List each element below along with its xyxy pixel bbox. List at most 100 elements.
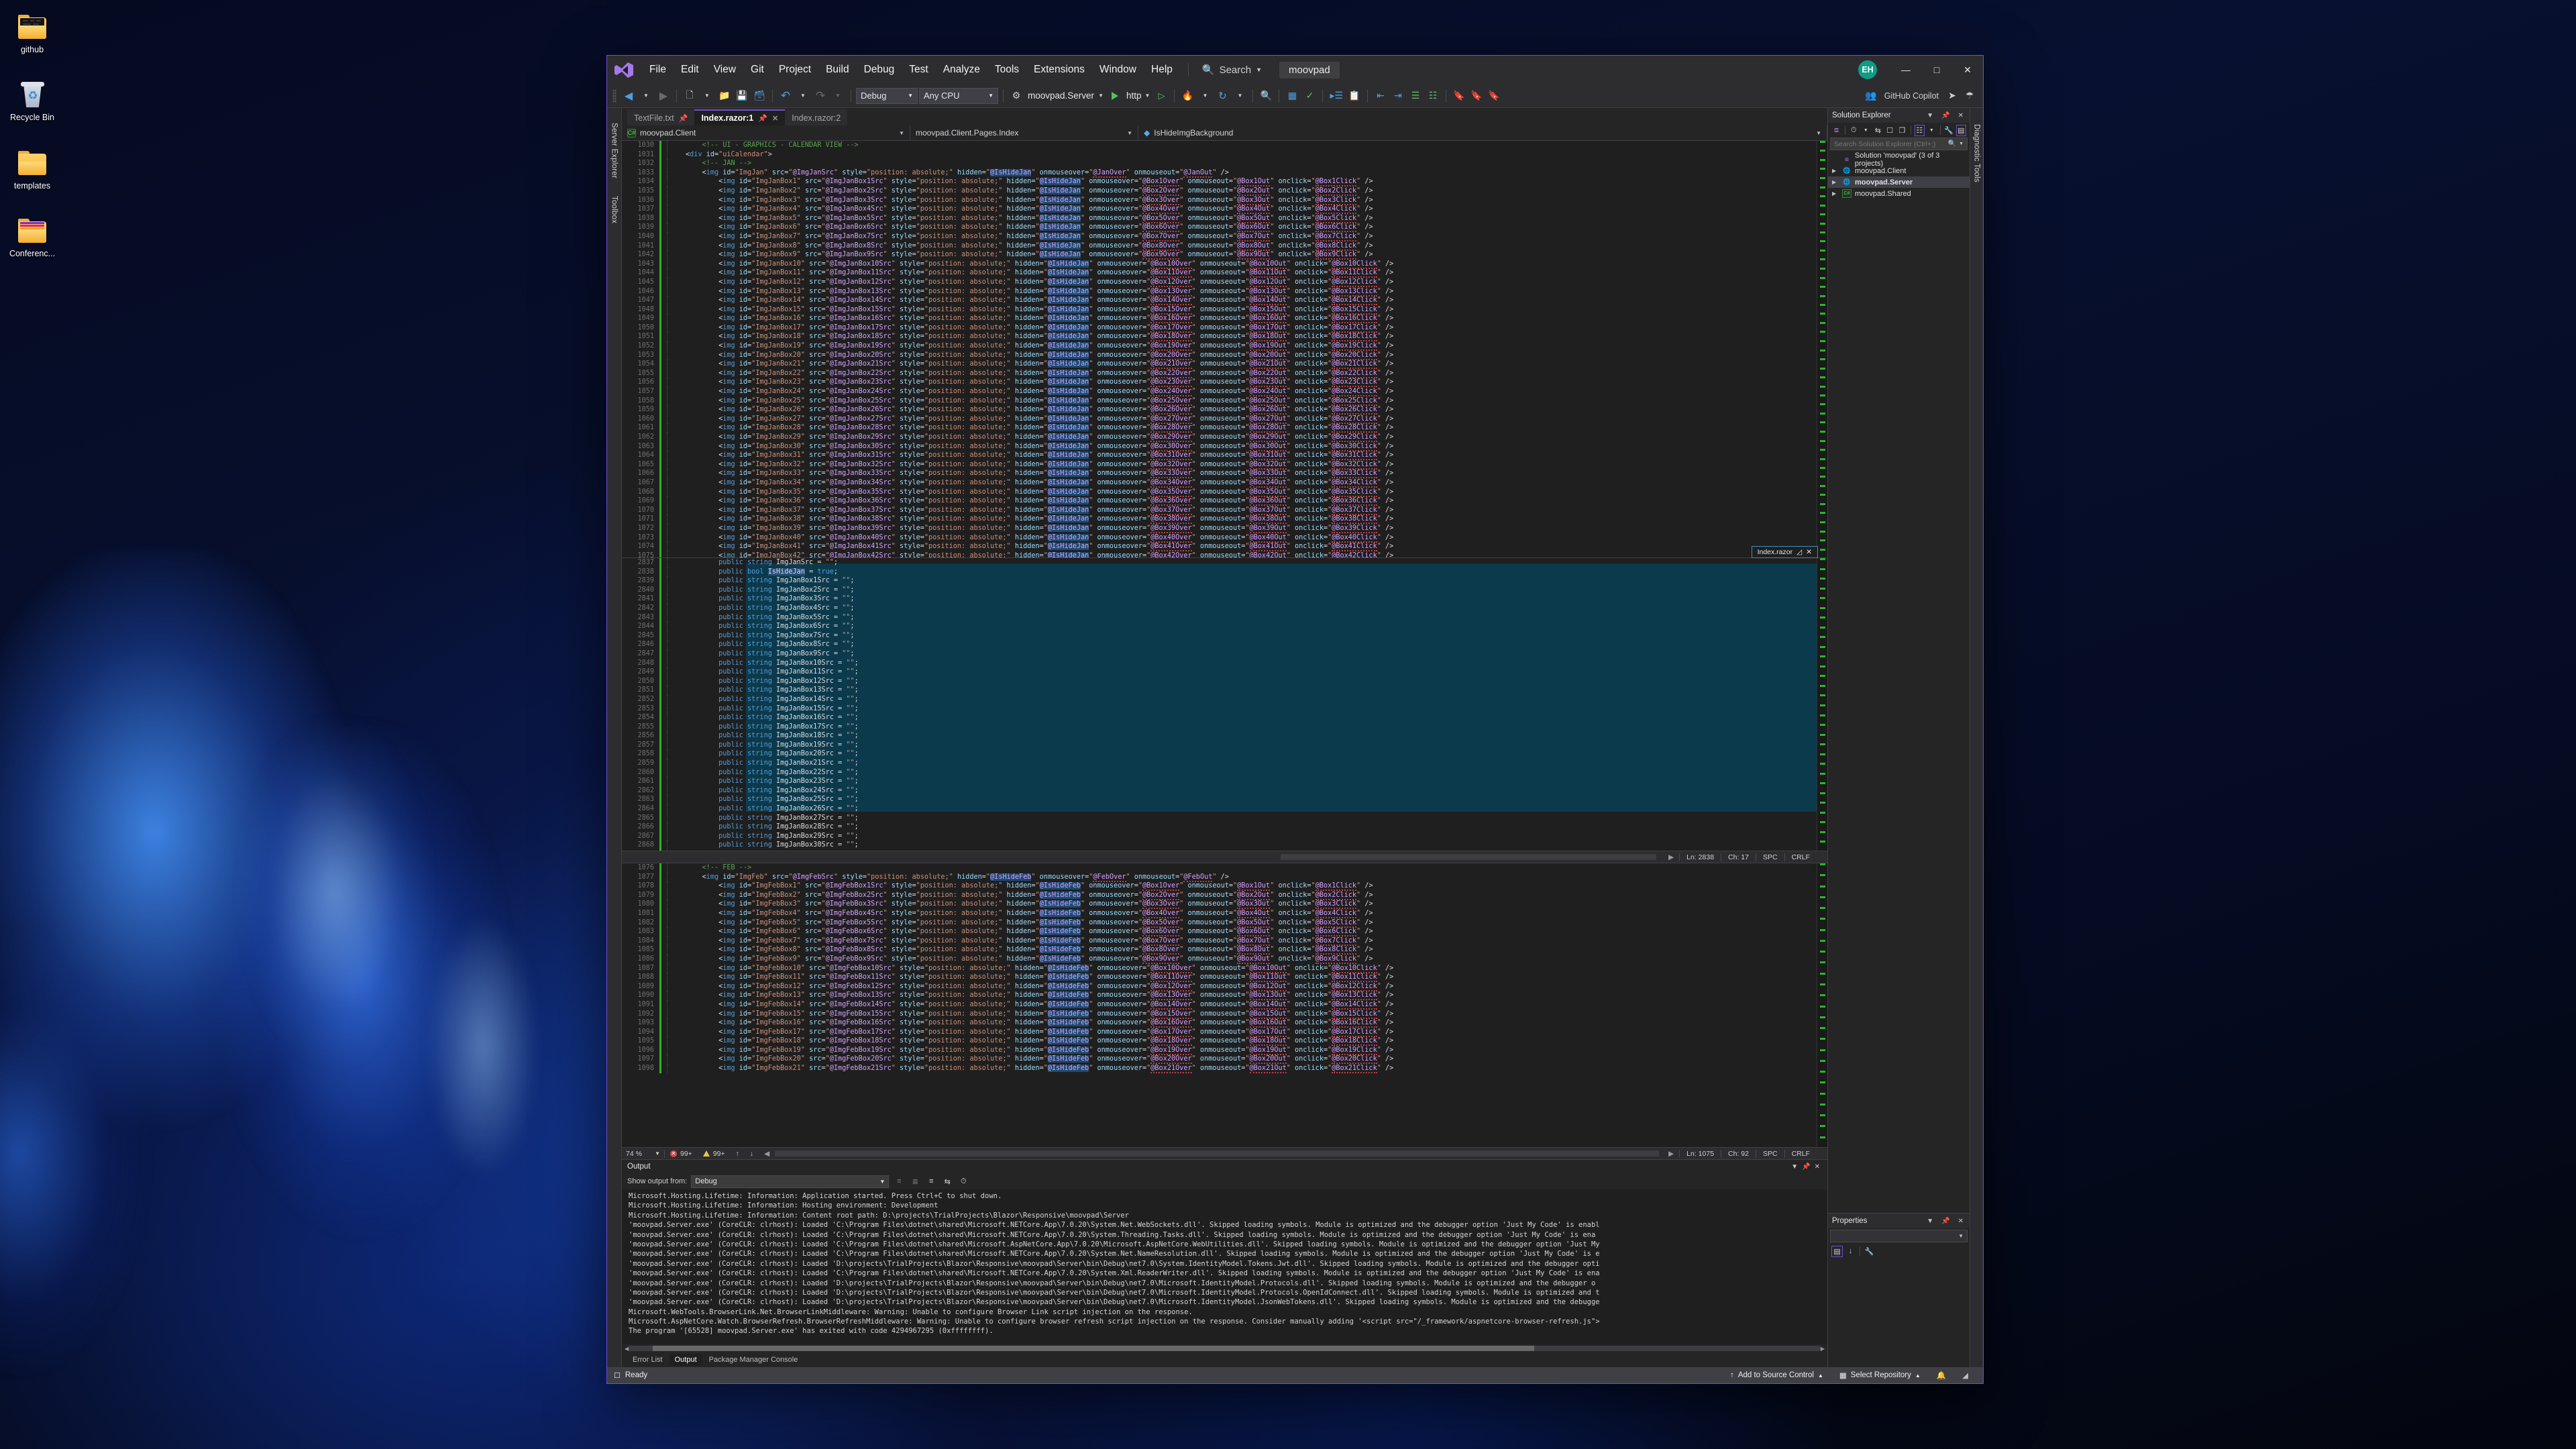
property-pages-icon[interactable]: 🔧 (1864, 1246, 1875, 1257)
search-input[interactable] (1834, 140, 1945, 148)
editor-indent-mode[interactable]: SPC (1755, 1149, 1784, 1158)
code-line[interactable]: 1056 <img id="ImgJanBox23" src="@ImgJanB… (622, 378, 1827, 388)
warning-count[interactable]: 99+ (698, 1150, 731, 1158)
code-line[interactable]: 1041 <img id="ImgJanBox8" src="@ImgJanBo… (622, 241, 1827, 251)
desktop-icon-recycle-bin[interactable]: ♻ Recycle Bin (0, 77, 64, 129)
output-source-dropdown[interactable]: Debug ▼ (691, 1175, 890, 1188)
pending-changes-icon[interactable]: ⏱ (1849, 125, 1859, 136)
pin-icon[interactable]: 📌 (1800, 1163, 1812, 1171)
code-line[interactable]: 1037 <img id="ImgJanBox4" src="@ImgJanBo… (622, 205, 1827, 215)
zoom-level-dropdown[interactable]: 74 % ▼ (622, 1149, 665, 1158)
undo-dropdown-icon[interactable]: ▼ (795, 87, 811, 105)
hscroll-left-arrow[interactable]: ◀ (759, 1150, 775, 1158)
bookmark-icon[interactable]: 🔖 (1451, 87, 1467, 105)
code-line[interactable]: 1096 <img id="ImgFebBox19" src="@ImgFebB… (622, 1045, 1827, 1055)
code-line[interactable]: 1078 <img id="ImgFebBox1" src="@ImgFebBo… (622, 881, 1827, 892)
undo-icon[interactable]: ↶ (777, 87, 794, 105)
maximize-button[interactable]: □ (1921, 56, 1952, 84)
collapse-all-icon[interactable]: ☐ (1885, 125, 1895, 136)
code-pane-top[interactable]: 1030 <!-- UI - GRAPHICS - CALENDAR VIEW … (622, 141, 1827, 557)
vertical-scrollbar-peek[interactable] (1817, 558, 1827, 851)
prev-issue-button[interactable]: ↑ (731, 1150, 745, 1158)
next-issue-button[interactable]: ↓ (745, 1150, 759, 1158)
properties-object-dropdown[interactable]: ▼ (1830, 1230, 1968, 1242)
editor-line-endings[interactable]: CRLF (1784, 1149, 1817, 1158)
code-line[interactable]: 2845 public string ImgJanBox7Src = ""; (622, 631, 1827, 641)
menu-git[interactable]: Git (743, 60, 771, 80)
code-line[interactable]: 1053 <img id="ImgJanBox20" src="@ImgJanB… (622, 350, 1827, 360)
code-line[interactable]: 1083 <img id="ImgFebBox6" src="@ImgFebBo… (622, 927, 1827, 937)
code-line[interactable]: 1033 <img id="ImgJan" src="@ImgJanSrc" s… (622, 168, 1827, 178)
code-line[interactable]: 1036 <img id="ImgJanBox3" src="@ImgJanBo… (622, 195, 1827, 205)
code-line[interactable]: 1048 <img id="ImgJanBox15" src="@ImgJanB… (622, 305, 1827, 315)
redo-icon[interactable]: ↷ (812, 87, 828, 105)
peek-indent-mode[interactable]: SPC (1755, 853, 1784, 861)
redo-dropdown-icon[interactable]: ▼ (830, 87, 846, 105)
start-debugging-button[interactable] (1107, 87, 1123, 105)
code-line[interactable]: 1030 <!-- UI - GRAPHICS - CALENDAR VIEW … (622, 141, 1827, 150)
code-line[interactable]: 2865 public string ImgJanBox27Src = ""; (622, 813, 1827, 823)
pin-icon[interactable]: 📌 (1939, 112, 1951, 119)
menu-extensions[interactable]: Extensions (1026, 60, 1092, 80)
code-line[interactable]: 1035 <img id="ImgJanBox2" src="@ImgJanBo… (622, 186, 1827, 196)
code-line[interactable]: 1050 <img id="ImgJanBox17" src="@ImgJanB… (622, 323, 1827, 333)
code-line[interactable]: 1038 <img id="ImgJanBox5" src="@ImgJanBo… (622, 213, 1827, 223)
project-node-moovpad-shared[interactable]: ▶ C# moovpad.Shared (1828, 188, 1970, 199)
vertical-scrollbar-top[interactable] (1817, 141, 1827, 557)
chevron-down-icon[interactable]: ▼ (1861, 125, 1871, 136)
tab-textfile[interactable]: TextFile.txt 📌 (627, 109, 695, 125)
code-line[interactable]: 1052 <img id="ImgJanBox19" src="@ImgJanB… (622, 341, 1827, 352)
menu-debug[interactable]: Debug (857, 60, 902, 80)
code-line[interactable]: 1045 <img id="ImgJanBox12" src="@ImgJanB… (622, 277, 1827, 287)
code-line[interactable]: 2839 public string ImgJanBox1Src = ""; (622, 576, 1827, 586)
open-folder-icon[interactable]: 📁 (716, 87, 733, 105)
find-files-icon[interactable]: 🔍 (1258, 87, 1274, 105)
menu-help[interactable]: Help (1144, 60, 1180, 80)
vertical-scrollbar-bottom[interactable] (1817, 863, 1827, 1147)
hscroll-right-arrow[interactable]: ▶ (1663, 1150, 1679, 1158)
code-line[interactable]: 1068 <img id="ImgJanBox35" src="@ImgJanB… (622, 487, 1827, 497)
breadcrumb-member[interactable]: ◆ IsHideImgBackground ▼ (1138, 125, 1827, 140)
code-line[interactable]: 2859 public string ImgJanBox21Src = ""; (622, 759, 1827, 768)
dock-tab-server-explorer[interactable]: Server Explorer (609, 119, 620, 182)
dock-tab-diagnostic-tools[interactable]: Diagnostic Tools (1972, 120, 1982, 186)
view-switcher-icon[interactable]: ☷ (1914, 124, 1925, 136)
code-line[interactable]: 1062 <img id="ImgJanBox29" src="@ImgJanB… (622, 433, 1827, 442)
code-line[interactable]: 1082 <img id="ImgFebBox5" src="@ImgFebBo… (622, 918, 1827, 928)
chevron-right-icon[interactable]: ▶ (1832, 168, 1839, 174)
code-line[interactable]: 2838 public bool IsHideJan = true; (622, 567, 1827, 577)
code-line[interactable]: 1097 <img id="ImgFebBox20" src="@ImgFebB… (622, 1055, 1827, 1065)
pin-icon[interactable]: 📌 (679, 114, 688, 123)
minimize-button[interactable]: — (1890, 56, 1921, 84)
save-icon[interactable]: 💾 (734, 87, 750, 105)
code-line[interactable]: 1060 <img id="ImgJanBox27" src="@ImgJanB… (622, 414, 1827, 424)
indent-icon[interactable]: ⇥ (1390, 87, 1406, 105)
code-line[interactable]: 2863 public string ImgJanBox25Src = ""; (622, 795, 1827, 805)
pin-icon[interactable]: 📌 (1939, 1218, 1951, 1225)
code-line[interactable]: 2861 public string ImgJanBox23Src = ""; (622, 777, 1827, 786)
solution-configuration-dropdown[interactable]: Debug ▼ (856, 87, 918, 104)
code-line[interactable]: 1072 <img id="ImgJanBox39" src="@ImgJanB… (622, 523, 1827, 533)
run-profile-dropdown[interactable]: http ▼ (1124, 87, 1152, 105)
code-line[interactable]: 2855 public string ImgJanBox17Src = ""; (622, 722, 1827, 732)
code-line[interactable]: 1087 <img id="ImgFebBox10" src="@ImgFebB… (622, 963, 1827, 973)
copilot-icon[interactable]: 👥 (1863, 87, 1879, 105)
preview-selected-items-icon[interactable]: ▤ (1955, 124, 1966, 136)
code-line[interactable]: 2837 public string ImgJanSrc = ""; (622, 558, 1827, 568)
code-line[interactable]: 1065 <img id="ImgJanBox32" src="@ImgJanB… (622, 460, 1827, 470)
chevron-down-icon[interactable]: ▼ (1925, 112, 1935, 119)
code-pane-bottom[interactable]: 1076 <!-- FEB --> 1077 <img id="ImgFeb" s… (622, 863, 1827, 1147)
dock-tab-toolbox[interactable]: Toolbox (609, 192, 620, 227)
code-line[interactable]: 1084 <img id="ImgFebBox7" src="@ImgFebBo… (622, 936, 1827, 946)
close-button[interactable]: ✕ (1952, 56, 1983, 84)
code-line[interactable]: 1081 <img id="ImgFebBox4" src="@ImgFebBo… (622, 908, 1827, 918)
menu-test[interactable]: Test (902, 60, 935, 80)
chevron-down-icon[interactable]: ▼ (1927, 125, 1937, 136)
code-line[interactable]: 1044 <img id="ImgJanBox11" src="@ImgJanB… (622, 268, 1827, 278)
new-item-dropdown-icon[interactable]: ▼ (699, 87, 715, 105)
code-line[interactable]: 2868 public string ImgJanBox30Src = ""; (622, 841, 1827, 850)
code-line[interactable]: 2847 public string ImgJanBox9Src = ""; (622, 649, 1827, 659)
code-line[interactable]: 1064 <img id="ImgJanBox31" src="@ImgJanB… (622, 451, 1827, 461)
code-line[interactable]: 1047 <img id="ImgJanBox14" src="@ImgJanB… (622, 296, 1827, 306)
desktop-icon-conference[interactable]: Conferenc... (0, 213, 64, 265)
